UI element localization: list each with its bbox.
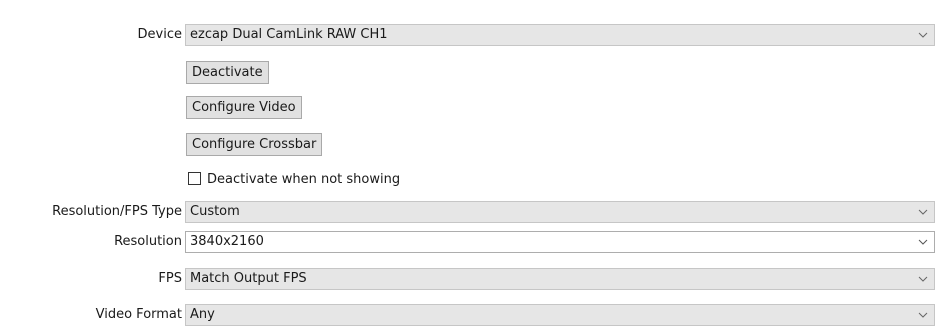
checkbox-unchecked-icon[interactable] bbox=[188, 172, 201, 185]
video-format-value: Any bbox=[190, 307, 215, 322]
resolution-fps-type-select[interactable]: Custom bbox=[185, 201, 935, 223]
deactivate-button[interactable]: Deactivate bbox=[186, 61, 269, 84]
chevron-down-icon bbox=[918, 30, 928, 40]
resolution-fps-type-label: Resolution/FPS Type bbox=[52, 204, 182, 219]
configure-crossbar-button[interactable]: Configure Crossbar bbox=[186, 133, 323, 156]
device-label: Device bbox=[137, 27, 182, 42]
configure-video-button[interactable]: Configure Video bbox=[186, 96, 302, 119]
deactivate-when-not-showing-label: Deactivate when not showing bbox=[207, 172, 401, 187]
chevron-down-icon[interactable] bbox=[918, 237, 928, 247]
resolution-value[interactable]: 3840x2160 bbox=[190, 234, 264, 249]
device-select[interactable]: ezcap Dual CamLink RAW CH1 bbox=[185, 24, 935, 46]
chevron-down-icon bbox=[918, 310, 928, 320]
video-format-label: Video Format bbox=[95, 307, 182, 322]
deactivate-when-not-showing-checkbox[interactable]: Deactivate when not showing bbox=[188, 170, 400, 190]
resolution-label: Resolution bbox=[114, 234, 182, 249]
fps-label: FPS bbox=[158, 271, 182, 286]
resolution-fps-type-value: Custom bbox=[190, 204, 240, 219]
fps-select[interactable]: Match Output FPS bbox=[185, 268, 935, 290]
resolution-combo[interactable]: 3840x2160 bbox=[185, 231, 935, 253]
chevron-down-icon bbox=[918, 207, 928, 217]
fps-value: Match Output FPS bbox=[190, 271, 307, 286]
chevron-down-icon bbox=[918, 274, 928, 284]
device-value: ezcap Dual CamLink RAW CH1 bbox=[190, 27, 388, 42]
video-format-select[interactable]: Any bbox=[185, 304, 935, 326]
